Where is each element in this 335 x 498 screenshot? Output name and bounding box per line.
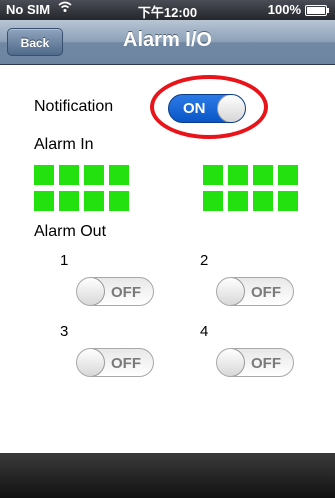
toggle-knob <box>77 349 105 376</box>
alarm-in-indicator <box>203 191 223 211</box>
alarm-in-indicator <box>34 165 54 185</box>
alarm-out-4-state: OFF <box>251 355 281 372</box>
alarm-out-2-toggle[interactable]: OFF <box>216 277 294 306</box>
notification-label: Notification <box>34 98 114 115</box>
phone-screen: No SIM 下午12:00 100% Back Alarm I/O Notif… <box>0 0 335 498</box>
battery-icon <box>305 5 329 16</box>
toggle-knob <box>217 95 245 122</box>
alarm-in-label: Alarm In <box>34 136 94 153</box>
toggle-knob <box>217 349 245 376</box>
alarm-in-indicator <box>84 191 104 211</box>
toggle-knob <box>217 278 245 305</box>
alarm-in-indicator <box>253 191 273 211</box>
alarm-in-indicator <box>109 191 129 211</box>
page-title: Alarm I/O <box>123 29 212 51</box>
alarm-out-3-state: OFF <box>111 355 141 372</box>
battery-percent: 100% <box>267 2 301 17</box>
alarm-out-4-toggle[interactable]: OFF <box>216 348 294 377</box>
notification-toggle[interactable]: ON <box>168 94 246 123</box>
alarm-in-indicator <box>59 191 79 211</box>
alarm-out-port-3-label: 3 <box>60 323 69 340</box>
navigation-bar: Back Alarm I/O <box>0 20 335 65</box>
alarm-in-indicator <box>109 165 129 185</box>
alarm-in-group-1 <box>34 165 129 211</box>
toggle-knob <box>77 278 105 305</box>
alarm-out-3-toggle[interactable]: OFF <box>76 348 154 377</box>
status-bar: No SIM 下午12:00 100% <box>0 0 335 20</box>
alarm-out-port-1-label: 1 <box>60 252 69 269</box>
alarm-in-indicator <box>278 191 298 211</box>
alarm-in-indicator <box>228 165 248 185</box>
alarm-in-group-2 <box>203 165 298 211</box>
alarm-out-1-state: OFF <box>111 284 141 301</box>
alarm-out-port-2-label: 2 <box>200 252 209 269</box>
alarm-out-1-toggle[interactable]: OFF <box>76 277 154 306</box>
alarm-out-2-state: OFF <box>251 284 281 301</box>
alarm-in-indicator <box>278 165 298 185</box>
alarm-out-port-4-label: 4 <box>200 323 209 340</box>
alarm-in-indicator <box>59 165 79 185</box>
main-content: Notification ON Alarm In Alarm Out 1 OFF… <box>0 65 335 453</box>
alarm-in-indicator <box>203 165 223 185</box>
alarm-out-label: Alarm Out <box>34 223 107 240</box>
alarm-in-indicator <box>253 165 273 185</box>
alarm-in-indicator <box>84 165 104 185</box>
alarm-in-indicator <box>228 191 248 211</box>
alarm-in-indicator <box>34 191 54 211</box>
bottom-toolbar <box>0 453 335 498</box>
notification-toggle-state: ON <box>183 100 206 117</box>
